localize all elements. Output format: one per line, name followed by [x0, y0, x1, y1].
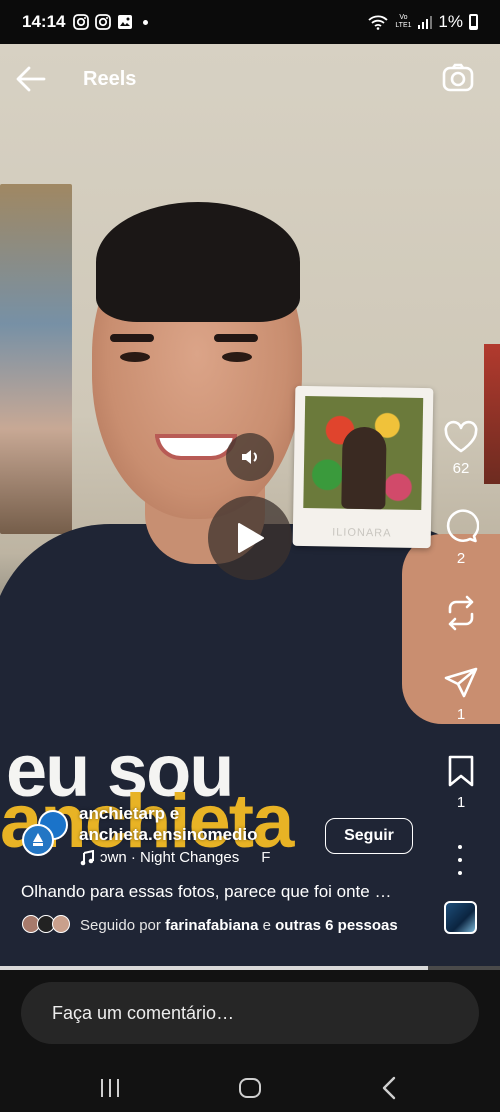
- follower-avatar-3: [52, 915, 70, 933]
- followed-prefix: Seguido por: [80, 916, 161, 934]
- system-nav-bar: [0, 1058, 500, 1112]
- back-nav-icon[interactable]: [368, 1068, 412, 1108]
- recent-apps-icon[interactable]: [88, 1068, 132, 1108]
- followed-others: outras 6 pessoas: [275, 916, 398, 934]
- person-hair: [96, 202, 300, 322]
- school-logo-icon: [33, 833, 43, 846]
- comment-action[interactable]: 2: [440, 508, 482, 567]
- follow-button[interactable]: Seguir: [325, 818, 413, 854]
- heart-icon[interactable]: [443, 420, 479, 454]
- audio-thumbnail[interactable]: [444, 901, 477, 934]
- polaroid-picture: [303, 395, 424, 511]
- music-note-icon: [80, 849, 94, 865]
- followed-user: farinafabiana: [165, 916, 259, 934]
- wifi-icon: [368, 15, 389, 30]
- followed-by[interactable]: Seguido por farinafabiana e outras 6 pes…: [22, 915, 398, 935]
- post-caption[interactable]: Olhando para essas fotos, parece que foi…: [21, 882, 391, 902]
- polaroid-caption: ILIONARA: [332, 526, 392, 540]
- coauthor-name[interactable]: anchieta.ensinomedio: [79, 825, 258, 845]
- music-extra: F: [261, 849, 271, 866]
- comment-bar: [0, 970, 500, 1058]
- music-title: ɔwn · Night Changes: [100, 849, 240, 866]
- send-icon[interactable]: [443, 666, 479, 700]
- repost-icon[interactable]: [444, 594, 478, 632]
- person-eye-left: [120, 352, 150, 362]
- page-title: Reels: [83, 68, 137, 90]
- instagram-notification-icon-2: [95, 14, 112, 30]
- back-arrow-icon[interactable]: [14, 62, 48, 96]
- person-eye-right: [222, 352, 252, 362]
- volte-label: Vo LTE1: [395, 14, 412, 29]
- save-action[interactable]: 1: [440, 754, 482, 811]
- comment-input[interactable]: [21, 982, 479, 1044]
- author-name[interactable]: anchietarp e: [79, 804, 179, 824]
- share-action[interactable]: 1: [440, 666, 482, 723]
- polaroid-photo: ILIONARA: [292, 385, 434, 549]
- comment-count: 2: [456, 550, 466, 567]
- battery-percent: 1%: [438, 12, 463, 31]
- followed-middle: e: [262, 916, 271, 934]
- author-avatars[interactable]: [22, 810, 70, 856]
- speaker-icon: [242, 450, 257, 464]
- bookmark-icon[interactable]: [446, 754, 476, 788]
- person-smile: [155, 434, 237, 460]
- instagram-notification-icon: [73, 14, 90, 30]
- more-notifications-dot-icon: [143, 19, 149, 25]
- camera-icon[interactable]: [442, 62, 474, 94]
- remix-action[interactable]: [440, 594, 482, 632]
- avatar-anchieta-ensinomedio: [22, 824, 54, 856]
- like-count: 62: [452, 460, 470, 477]
- more-options-icon[interactable]: [450, 845, 470, 875]
- person-brow-right: [214, 334, 258, 342]
- share-count: 1: [456, 706, 466, 723]
- person-brow-left: [110, 334, 154, 342]
- music-info[interactable]: ɔwn · Night Changes F: [80, 849, 270, 866]
- sound-toggle-button[interactable]: [226, 433, 274, 481]
- home-icon[interactable]: [228, 1068, 272, 1108]
- play-icon: [238, 523, 264, 553]
- background-doorframe: [0, 184, 72, 534]
- like-action[interactable]: 62: [440, 420, 482, 477]
- comment-icon[interactable]: [443, 508, 479, 544]
- save-count: 1: [456, 794, 466, 811]
- status-time: 14:14: [22, 12, 66, 31]
- gallery-notification-icon: [118, 15, 133, 29]
- battery-icon: [469, 14, 478, 30]
- status-bar: 14:14 Vo LTE1 1%: [0, 0, 500, 44]
- signal-icon: [418, 16, 433, 29]
- follower-avatars: [22, 915, 74, 935]
- background-object: [484, 344, 500, 484]
- reels-header: Reels: [0, 44, 500, 116]
- play-button[interactable]: [208, 496, 292, 580]
